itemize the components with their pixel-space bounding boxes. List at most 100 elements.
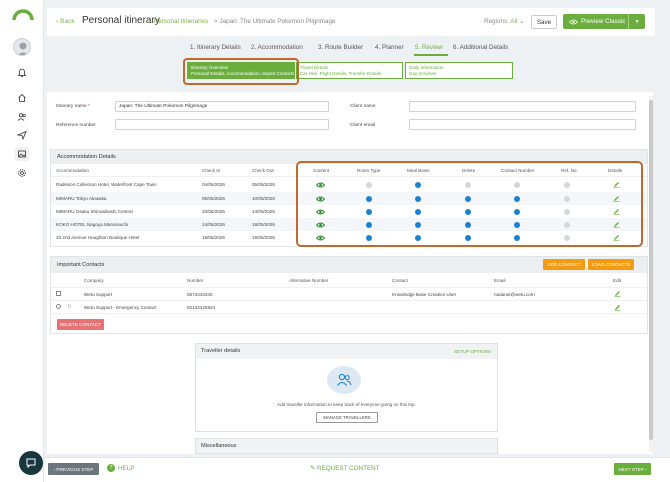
edit-pencil-icon[interactable] <box>614 290 621 297</box>
help-link[interactable]: ? HELP <box>107 464 134 472</box>
gear-icon[interactable] <box>15 166 29 180</box>
col-company: Company <box>84 278 104 283</box>
col-check-out: Check Out <box>252 168 274 173</box>
col-contact: Contact <box>392 278 408 283</box>
check-out-date: 14/05/2026 <box>252 209 275 214</box>
accommodation-name[interactable]: Radisson Collection Hotel, Waterfront Ca… <box>56 182 157 187</box>
contact-email: nadanel@wetu.com <box>494 292 535 297</box>
traveller-empty-message: Add traveller information to keep track … <box>277 402 416 407</box>
setup-options-link[interactable]: SETUP OPTIONS <box>454 349 491 354</box>
save-button[interactable]: Save <box>531 15 557 29</box>
back-link[interactable]: ‹ Back <box>56 18 75 25</box>
col-edit: Edit <box>613 278 621 283</box>
client-name-label: Client name <box>350 104 376 109</box>
active-step-indicator <box>414 54 448 56</box>
check-in-date: 04/05/2026 <box>202 182 225 187</box>
step-route-builder[interactable]: 3. Route Builder <box>318 44 363 51</box>
scrollbar[interactable] <box>649 96 653 452</box>
contact-number: 02134425824 <box>187 305 216 310</box>
edit-pencil-icon[interactable] <box>614 304 621 311</box>
client-name-input[interactable] <box>409 101 636 112</box>
back-label: Back <box>60 18 75 25</box>
footer-bar: ‹ PREVIOUS STEP ? HELP ✎ REQUEST CONTENT … <box>44 457 670 482</box>
next-step-button[interactable]: NEXT STEP › <box>614 463 651 475</box>
previous-step-button[interactable]: ‹ PREVIOUS STEP <box>48 463 99 475</box>
contact-row-radio[interactable] <box>56 304 61 309</box>
step-accommodation[interactable]: 2. Accommodation <box>251 44 303 51</box>
add-contact-button[interactable]: ADD CONTACT <box>543 259 585 270</box>
itinerary-name-input[interactable]: Japan: The Ultimate Pokemon Pilgrimage <box>115 101 329 112</box>
col-alt-number: Alternative Number <box>289 278 329 283</box>
client-email-input[interactable] <box>409 119 636 130</box>
image-icon[interactable] <box>15 147 29 161</box>
row-separator <box>51 313 647 314</box>
regions-selector[interactable]: Regions: All ⌄ <box>484 18 524 25</box>
request-content-link[interactable]: ✎ REQUEST CONTENT <box>310 465 380 472</box>
regions-label: Regions: <box>484 18 509 25</box>
breadcrumb-itineraries[interactable]: Personal Itineraries <box>154 18 208 25</box>
preview-dropdown-caret[interactable]: ▾ <box>629 18 645 25</box>
check-out-date: 10/05/2026 <box>252 196 275 201</box>
drag-handle-icon[interactable]: ⁞⁞ <box>68 304 71 310</box>
itinerary-name-label-text: Itinerary name <box>56 104 87 109</box>
user-avatar[interactable] <box>13 38 31 56</box>
home-icon[interactable] <box>15 91 29 105</box>
users-icon <box>337 373 352 386</box>
top-header: ‹ Back Personal itinerary Personal Itine… <box>47 8 655 36</box>
subtab-daily-information[interactable]: Daily Information Day Activities <box>405 62 513 79</box>
accommodation-name[interactable]: MIMARU Tokyo Akasaka <box>56 196 106 201</box>
accommodation-name[interactable]: KOKO HOTEL Nagoya Marunouchi <box>56 222 128 227</box>
wetu-logo <box>12 9 34 21</box>
check-in-date: 10/05/2026 <box>202 209 225 214</box>
travellers-illustration <box>327 366 361 394</box>
client-email-label: Client email <box>350 123 376 128</box>
scrollbar-thumb[interactable] <box>649 100 653 440</box>
reference-number-label: Reference number <box>56 123 96 128</box>
traveller-details-card: Traveller details SETUP OPTIONS Add trav… <box>195 343 498 432</box>
reference-number-input[interactable] <box>115 119 329 130</box>
help-label: HELP <box>118 464 135 472</box>
contact-person: Knowledge Base Creation User <box>392 292 457 297</box>
bell-icon[interactable] <box>15 66 29 80</box>
col-accommodation: Accommodation <box>56 168 89 173</box>
regions-value: All <box>510 18 518 25</box>
col-number: Number <box>187 278 204 283</box>
left-rail <box>0 0 44 482</box>
subtab-travel-details[interactable]: Travel Details Car Hire, Flight Details,… <box>296 62 403 79</box>
step-review[interactable]: 5. Review <box>415 44 443 51</box>
subtab-desc: Day Activities <box>409 71 437 76</box>
check-in-date: 05/05/2026 <box>202 196 225 201</box>
users-icon[interactable] <box>15 110 29 124</box>
send-icon[interactable] <box>15 128 29 142</box>
preview-button[interactable]: Preview Classic ▾ <box>563 14 645 29</box>
contact-company: Wetu Support <box>84 292 113 297</box>
step-additional-details[interactable]: 6. Additional Details <box>453 44 508 51</box>
breadcrumb-current: > Japan: The Ultimate Pokemon Pilgrimage <box>214 18 336 25</box>
check-in-date: 18/05/2026 <box>202 235 225 240</box>
miscellaneous-section[interactable]: Miscellaneous <box>195 438 498 454</box>
page-title: Personal itinerary <box>82 15 160 26</box>
step-itinerary-details[interactable]: 1. Itinerary Details <box>190 44 241 51</box>
contact-number: 0673442340 <box>187 292 213 297</box>
check-in-date: 14/05/2026 <box>202 222 225 227</box>
check-out-date: 18/05/2026 <box>252 222 275 227</box>
accommodation-name[interactable]: MIMARU Osaka Shinsaibashi Central <box>56 209 133 214</box>
required-marker: * <box>88 104 90 109</box>
accommodation-name[interactable]: 33 2nd Avenue Houghton Boutique Hotel <box>56 235 139 240</box>
contact-row-checkbox[interactable] <box>56 291 61 296</box>
previous-step-label: PREVIOUS STEP <box>56 466 94 472</box>
check-out-date: 05/05/2026 <box>252 182 275 187</box>
header-separator <box>51 287 647 288</box>
eye-icon <box>569 19 578 24</box>
step-nav: 1. Itinerary Details 2. Accommodation 3.… <box>47 40 655 56</box>
delete-contact-button[interactable]: DELETE CONTACT <box>57 319 104 330</box>
col-check-in: Check In <box>202 168 221 173</box>
next-step-label: NEXT STEP <box>618 466 644 472</box>
load-contacts-button[interactable]: LOAD CONTACTS <box>588 259 634 270</box>
traveller-details-title: Traveller details <box>196 344 497 359</box>
step-planner[interactable]: 4. Planner <box>375 44 404 51</box>
subtab-desc: Car Hire, Flight Details, Transfer Detai… <box>300 71 381 76</box>
manage-travellers-button[interactable]: MANAGE TRAVELLERS <box>316 412 378 423</box>
chat-button[interactable] <box>19 451 43 475</box>
check-out-date: 19/05/2026 <box>252 235 275 240</box>
